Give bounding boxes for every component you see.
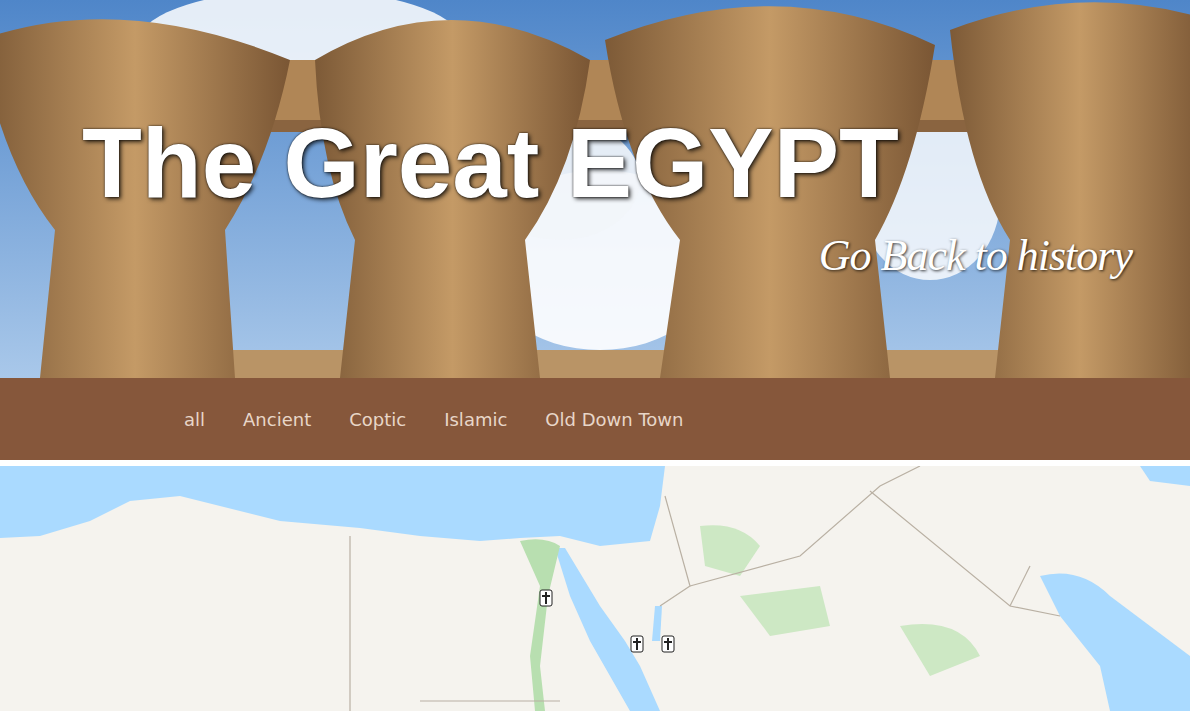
site-tagline: Go Back to history [819,223,1132,289]
category-nav: allAncientCopticIslamicOld Down Town [0,378,1190,460]
map-pin-icon[interactable] [540,590,552,606]
nav-item: Old Down Town [526,398,702,441]
nav-item: Ancient [224,398,330,441]
map-pin-icon[interactable] [631,636,643,652]
nav-link[interactable]: Islamic [425,398,526,441]
nav-link[interactable]: all [165,398,224,441]
nav-link[interactable]: Coptic [330,398,425,441]
nav-link[interactable]: Old Down Town [526,398,702,441]
map-picture[interactable] [0,466,1190,711]
map[interactable] [0,466,1190,711]
site-title: The Great EGYPT [82,112,1160,215]
category-list: allAncientCopticIslamicOld Down Town [165,398,702,441]
map-pin-icon[interactable] [662,636,674,652]
nav-item: Islamic [425,398,526,441]
nav-item: all [165,398,224,441]
nav-link[interactable]: Ancient [224,398,330,441]
nav-item: Coptic [330,398,425,441]
hero-banner: The Great EGYPT Go Back to history [0,0,1190,378]
